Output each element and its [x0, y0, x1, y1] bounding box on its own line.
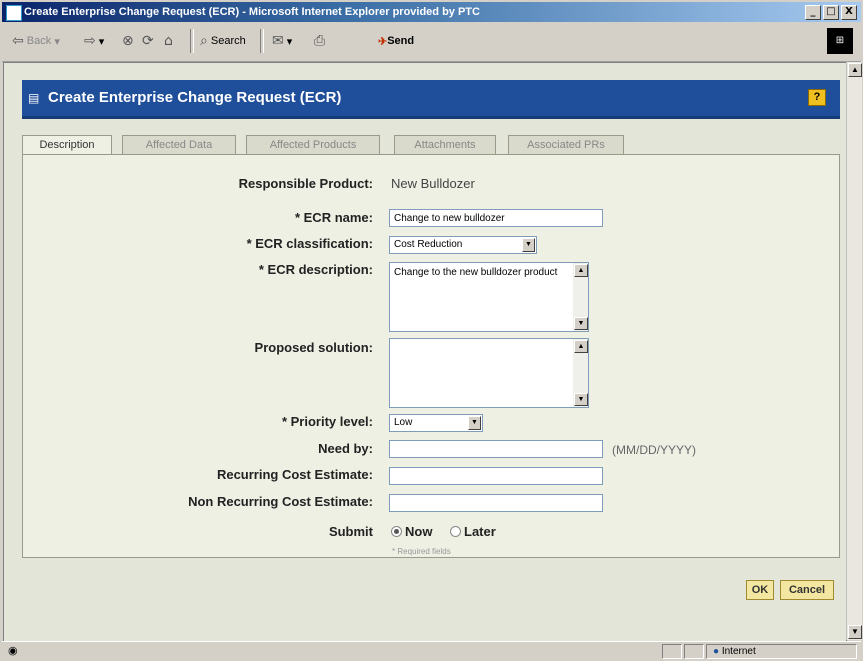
send-button[interactable]: ✈ Send	[378, 31, 414, 51]
submit-now-radio[interactable]: Now	[391, 524, 432, 539]
page-icon: ◉	[8, 645, 18, 657]
browser-window: Create Enterprise Change Request (ECR) -…	[0, 0, 863, 661]
proposed-solution-textarea[interactable]: ▲ ▼	[389, 338, 589, 408]
tab-attachments[interactable]: Attachments	[394, 135, 496, 154]
ie-icon	[6, 5, 22, 21]
scroll-down-icon[interactable]: ▼	[574, 393, 588, 406]
need-by-label: Need by:	[318, 441, 373, 456]
minimize-button[interactable]: _	[805, 5, 821, 20]
maximize-button[interactable]: □	[823, 5, 839, 20]
page-banner: ▤ Create Enterprise Change Request (ECR)…	[22, 80, 840, 119]
page-title: Create Enterprise Change Request (ECR)	[48, 89, 342, 106]
form-icon: ▤	[28, 91, 40, 105]
scroll-down-icon[interactable]: ▼	[574, 317, 588, 330]
required-fields-note: * Required fields	[392, 547, 451, 556]
chevron-down-icon: ▼	[468, 416, 481, 430]
radio-unselected-icon	[450, 526, 461, 537]
globe-icon: ●	[713, 646, 720, 657]
home-button[interactable]: ⌂	[164, 31, 173, 51]
priority-level-label: * Priority level:	[281, 414, 373, 429]
tab-affected-data[interactable]: Affected Data	[122, 135, 236, 154]
cancel-button[interactable]: Cancel	[780, 580, 834, 600]
ecr-classification-label: * ECR classification:	[246, 236, 373, 251]
responsible-product-label: Responsible Product:	[238, 176, 373, 191]
page-scrollbar[interactable]: ▲ ▼	[846, 62, 862, 640]
submit-later-radio[interactable]: Later	[450, 524, 496, 539]
ecr-description-textarea[interactable]: Change to the new bulldozer product ▲ ▼	[389, 262, 589, 332]
help-icon[interactable]: ?	[808, 89, 826, 106]
responsible-product-value: New Bulldozer	[391, 176, 475, 191]
non-recurring-cost-label: Non Recurring Cost Estimate:	[188, 494, 373, 509]
refresh-button[interactable]: ⟳	[142, 31, 154, 51]
scroll-up-icon[interactable]: ▲	[848, 63, 862, 77]
scroll-down-icon[interactable]: ▼	[848, 625, 862, 639]
chevron-down-icon: ▼	[522, 238, 535, 252]
priority-level-select[interactable]: Low ▼	[389, 414, 483, 432]
security-zone: ● Internet	[706, 644, 857, 659]
print-icon: ⎙	[314, 33, 326, 49]
non-recurring-cost-field[interactable]	[389, 494, 603, 512]
back-arrow-icon: ⇦	[12, 33, 24, 49]
radio-selected-icon	[391, 526, 402, 537]
ok-button[interactable]: OK	[746, 580, 774, 600]
back-button[interactable]: ⇦ Back ▾	[12, 31, 60, 51]
send-icon: ✈	[378, 35, 388, 48]
submit-label: Submit	[328, 524, 373, 539]
title-bar: Create Enterprise Change Request (ECR) -…	[2, 2, 861, 22]
browser-toolbar: ⇦ Back ▾ ⇨ ▾ ⊗ ⟳ ⌂ ⌕ Search ✉ ▾ ⎙ ✈ Send …	[2, 23, 861, 62]
close-button[interactable]: X	[841, 5, 857, 20]
tab-affected-products[interactable]: Affected Products	[246, 135, 380, 154]
proposed-solution-label: Proposed solution:	[254, 340, 373, 355]
textarea-scrollbar[interactable]: ▲ ▼	[573, 339, 588, 407]
print-button[interactable]: ⎙	[314, 31, 325, 51]
textarea-scrollbar[interactable]: ▲ ▼	[573, 263, 588, 331]
tab-associated-prs[interactable]: Associated PRs	[508, 135, 624, 154]
home-icon: ⌂	[164, 33, 173, 49]
recurring-cost-label: Recurring Cost Estimate:	[216, 467, 373, 482]
search-icon: ⌕	[200, 33, 208, 49]
refresh-icon: ⟳	[142, 33, 154, 49]
mail-button[interactable]: ✉ ▾	[272, 31, 292, 51]
recurring-cost-field[interactable]	[389, 467, 603, 485]
status-bar: ◉ ● Internet	[2, 641, 861, 661]
ecr-classification-select[interactable]: Cost Reduction ▼	[389, 236, 537, 254]
ecr-description-label: * ECR description:	[258, 262, 373, 277]
scroll-up-icon[interactable]: ▲	[574, 340, 588, 353]
search-button[interactable]: ⌕ Search	[200, 31, 246, 51]
scroll-up-icon[interactable]: ▲	[574, 264, 588, 277]
stop-button[interactable]: ⊗	[122, 31, 134, 51]
window-title: Create Enterprise Change Request (ECR) -…	[24, 6, 480, 18]
stop-icon: ⊗	[122, 33, 134, 49]
ecr-description-text: Change to the new bulldozer product	[394, 267, 558, 278]
ecr-classification-value: Cost Reduction	[394, 239, 463, 250]
ecr-name-field[interactable]: Change to new bulldozer	[389, 209, 603, 227]
need-by-field[interactable]	[389, 440, 603, 458]
mail-icon: ✉	[272, 33, 284, 49]
priority-level-value: Low	[394, 417, 413, 428]
forward-arrow-icon: ⇨	[84, 33, 96, 49]
ecr-name-label: * ECR name:	[294, 210, 373, 225]
windows-logo-icon: ⊞	[827, 28, 853, 54]
date-format-hint: (MM/DD/YYYY)	[612, 443, 696, 457]
tab-description[interactable]: Description	[22, 135, 112, 156]
forward-button[interactable]: ⇨ ▾	[84, 31, 104, 51]
